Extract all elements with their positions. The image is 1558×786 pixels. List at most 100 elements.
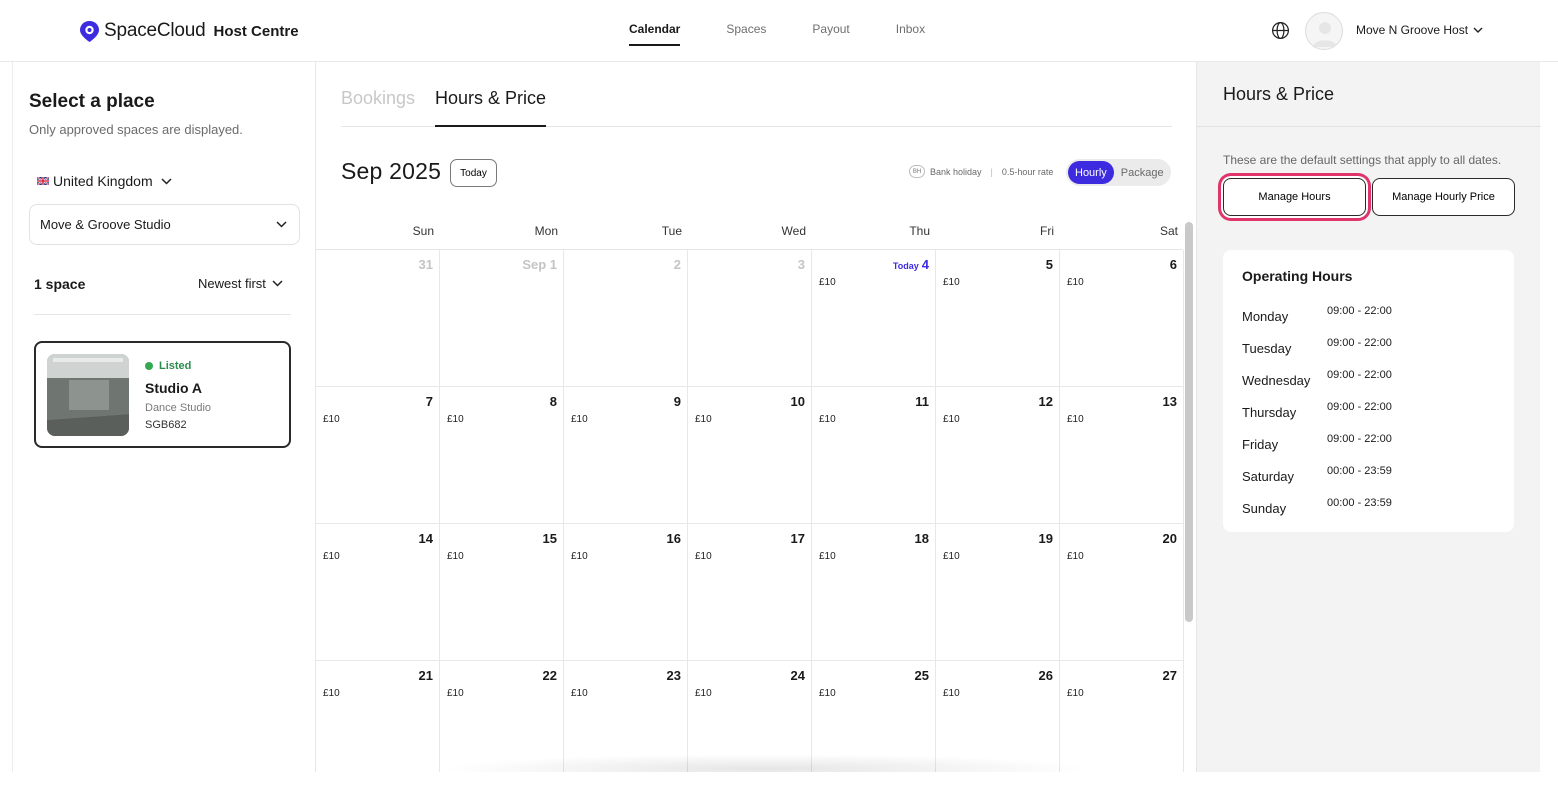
day-number: 16	[666, 531, 681, 546]
chevron-down-icon	[276, 221, 287, 228]
user-menu[interactable]: Move N Groove Host	[1356, 23, 1483, 37]
calendar-day-cell[interactable]: 20 £10	[1060, 524, 1184, 661]
weekday-tue: Tue	[661, 224, 682, 238]
nav-tab-inbox[interactable]: Inbox	[896, 22, 925, 46]
place-dropdown[interactable]: Move & Groove Studio	[29, 204, 300, 245]
hours-range: 09:00 - 22:00	[1327, 433, 1392, 445]
weekday-sun: Sun	[412, 224, 434, 238]
weekday-sat: Sat	[1159, 224, 1178, 238]
calendar-day-cell[interactable]: 6 £10	[1060, 250, 1184, 387]
space-code: SGB682	[145, 419, 187, 431]
globe-icon[interactable]	[1271, 21, 1290, 40]
calendar-day-cell[interactable]: 31	[316, 250, 440, 387]
calendar-day-cell[interactable]: Today 4 £10	[812, 250, 936, 387]
brand-subtitle: Host Centre	[213, 22, 299, 40]
place-sidebar: Select a place Only approved spaces are …	[12, 62, 316, 772]
day-price: £10	[571, 688, 588, 699]
sidebar-title: Select a place	[29, 91, 155, 112]
calendar-day-cell[interactable]: 2	[564, 250, 688, 387]
manage-hourly-price-button[interactable]: Manage Hourly Price	[1372, 178, 1515, 216]
calendar-day-cell[interactable]: 7 £10	[316, 387, 440, 524]
calendar-day-cell[interactable]: 10 £10	[688, 387, 812, 524]
day-number: 11	[915, 394, 929, 409]
divider	[1197, 126, 1541, 127]
calendar-day-cell[interactable]: 8 £10	[440, 387, 564, 524]
calendar-scrollbar[interactable]	[1185, 222, 1193, 622]
country-selector[interactable]: United Kingdom	[29, 173, 172, 189]
day-number: 17	[790, 531, 805, 546]
toggle-package[interactable]: Package	[1114, 161, 1171, 184]
operating-hours-row: Sunday 00:00 - 23:59	[1242, 497, 1502, 517]
day-number: 18	[914, 531, 929, 546]
weekday-mon: Mon	[534, 224, 558, 238]
space-card[interactable]: Listed Studio A Dance Studio SGB682	[34, 341, 291, 448]
operating-hours-card: Operating Hours Monday 09:00 - 22:00 Tuesd…	[1223, 250, 1514, 532]
day-number: 2	[673, 257, 681, 272]
operating-hours-row: Monday 09:00 - 22:00	[1242, 305, 1502, 325]
hours-range: 09:00 - 22:00	[1327, 305, 1392, 317]
brand[interactable]: SpaceCloud Host Centre	[79, 19, 299, 43]
day-number: 3	[797, 257, 805, 272]
top-navigation: SpaceCloud Host Centre Calendar Spaces P…	[0, 0, 1558, 62]
day-price: £10	[447, 551, 464, 562]
day-price: £10	[695, 688, 712, 699]
avatar[interactable]	[1305, 12, 1343, 50]
space-thumbnail	[47, 354, 129, 436]
status-label: Listed	[159, 360, 192, 372]
panel-description: These are the default settings that appl…	[1223, 153, 1502, 167]
calendar-day-cell[interactable]: 11 £10	[812, 387, 936, 524]
calendar-day-cell[interactable]: 9 £10	[564, 387, 688, 524]
user-name: Move N Groove Host	[1356, 23, 1469, 37]
divider	[34, 314, 291, 315]
operating-hours-row: Wednesday 09:00 - 22:00	[1242, 369, 1502, 389]
calendar-day-cell[interactable]: 21 £10	[316, 661, 440, 772]
calendar-legend: BH Bank holiday | 0.5-hour rate	[909, 165, 1053, 178]
day-number: 8	[549, 394, 557, 409]
hours-range: 09:00 - 22:00	[1327, 401, 1392, 413]
calendar-day-cell[interactable]: 12 £10	[936, 387, 1060, 524]
weekday-label: Tuesday	[1242, 341, 1292, 356]
place-dropdown-value: Move & Groove Studio	[40, 217, 171, 232]
calendar-day-cell[interactable]: 15 £10	[440, 524, 564, 661]
scroll-shadow	[436, 754, 1096, 772]
tab-bookings[interactable]: Bookings	[341, 88, 415, 125]
day-price: £10	[571, 414, 588, 425]
calendar-day-cell[interactable]: 16 £10	[564, 524, 688, 661]
day-number: 20	[1162, 531, 1177, 546]
calendar-day-cell[interactable]: 17 £10	[688, 524, 812, 661]
weekday-label: Wednesday	[1242, 373, 1311, 388]
calendar-day-cell[interactable]: 5 £10	[936, 250, 1060, 387]
manage-hours-button[interactable]: Manage Hours	[1223, 178, 1366, 216]
month-title: Sep 2025	[341, 158, 442, 184]
sort-dropdown[interactable]: Newest first	[198, 276, 283, 291]
brand-name: SpaceCloud	[104, 20, 206, 41]
calendar-day-cell[interactable]: 13 £10	[1060, 387, 1184, 524]
today-button[interactable]: Today	[450, 159, 497, 187]
calendar-day-cell[interactable]: 14 £10	[316, 524, 440, 661]
day-price: £10	[943, 414, 960, 425]
weekday-label: Sunday	[1242, 501, 1287, 516]
country-label: United Kingdom	[53, 173, 153, 189]
operating-hours-row: Saturday 00:00 - 23:59	[1242, 465, 1502, 485]
nav-tab-calendar[interactable]: Calendar	[629, 22, 681, 46]
sort-label: Newest first	[198, 276, 266, 291]
toggle-hourly[interactable]: Hourly	[1068, 161, 1114, 184]
calendar-day-cell[interactable]: Sep 1	[440, 250, 564, 387]
tab-hours-price[interactable]: Hours & Price	[435, 88, 547, 127]
day-price: £10	[571, 551, 588, 562]
nav-tab-payout[interactable]: Payout	[812, 22, 849, 46]
weekday-header: Sun Mon Tue Wed Thu Fri Sat	[316, 221, 1183, 250]
operating-hours-row: Thursday 09:00 - 22:00	[1242, 401, 1502, 421]
calendar-day-cell[interactable]: 3	[688, 250, 812, 387]
calendar-day-cell[interactable]: 19 £10	[936, 524, 1060, 661]
operating-hours-row: Friday 09:00 - 22:00	[1242, 433, 1502, 453]
studio-photo-icon	[47, 354, 129, 436]
rate-type-toggle: Hourly Package	[1066, 159, 1171, 186]
day-number: 9	[673, 394, 681, 409]
hours-price-panel: Hours & Price These are the default sett…	[1196, 62, 1541, 772]
legend-separator: |	[990, 166, 993, 177]
day-number: 26	[1038, 668, 1053, 683]
calendar-day-cell[interactable]: 18 £10	[812, 524, 936, 661]
nav-tab-spaces[interactable]: Spaces	[726, 22, 766, 46]
operating-hours-title: Operating Hours	[1242, 268, 1353, 284]
